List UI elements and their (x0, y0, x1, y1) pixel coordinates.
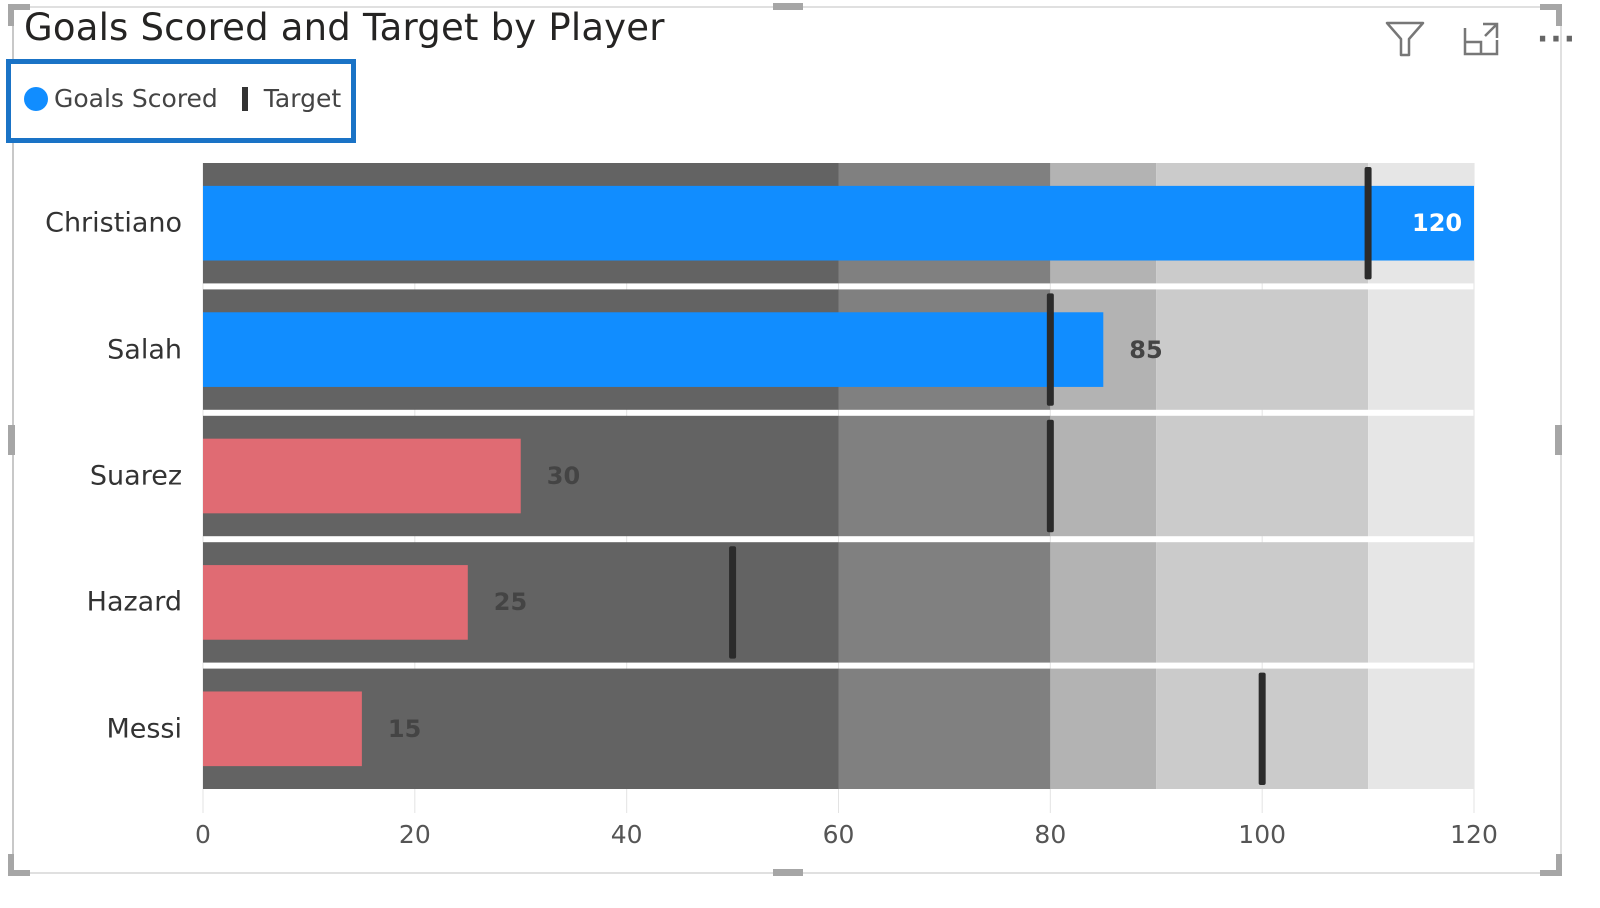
goals-bar[interactable] (203, 312, 1104, 387)
category-label: Suarez (89, 460, 182, 492)
target-marker[interactable] (1258, 672, 1266, 785)
data-label: 15 (387, 714, 422, 743)
range-band (838, 542, 1051, 663)
target-marker[interactable] (1046, 293, 1054, 406)
x-tick-label: 0 (195, 820, 211, 849)
x-tick-label: 80 (1034, 820, 1067, 849)
range-band (1368, 668, 1474, 789)
category-label: Christiano (45, 207, 182, 239)
data-label: 120 (1412, 209, 1463, 238)
x-tick-label: 20 (398, 820, 431, 849)
goals-bar[interactable] (203, 438, 521, 514)
target-marker[interactable] (1364, 167, 1372, 280)
range-band (1050, 668, 1157, 789)
data-label: 30 (546, 462, 581, 490)
range-band (838, 668, 1051, 789)
category-label: Salah (107, 334, 182, 366)
x-tick-label: 100 (1238, 820, 1287, 849)
goals-bar[interactable] (203, 691, 362, 767)
range-band (1156, 542, 1369, 663)
category-label: Messi (106, 713, 182, 745)
category-label: Hazard (86, 586, 182, 618)
range-band (1050, 542, 1157, 663)
x-tick-label: 120 (1450, 820, 1498, 849)
x-tick-label: 60 (822, 820, 855, 849)
goals-bar[interactable] (203, 185, 1474, 261)
range-band (1368, 289, 1474, 410)
goals-bar[interactable] (203, 565, 468, 640)
data-label: 85 (1129, 335, 1163, 364)
data-label: 25 (493, 588, 528, 617)
range-band (1368, 542, 1474, 663)
range-band (1156, 415, 1369, 537)
range-band (1156, 289, 1369, 410)
range-band (1368, 415, 1474, 537)
target-marker[interactable] (1046, 419, 1054, 533)
x-tick-label: 40 (610, 820, 643, 849)
range-band (1050, 415, 1157, 537)
target-marker[interactable] (729, 546, 737, 659)
range-band (838, 415, 1051, 537)
bullet-chart-plot (202, 163, 1475, 813)
